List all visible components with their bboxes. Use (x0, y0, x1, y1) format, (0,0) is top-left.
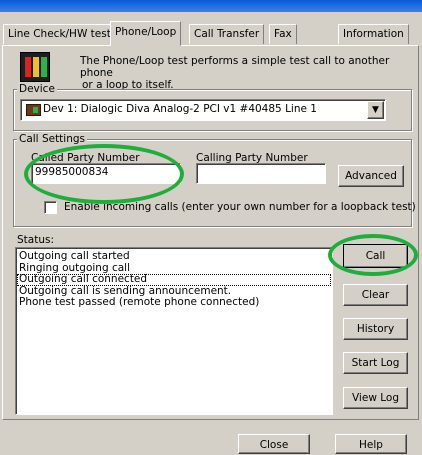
enable-incoming-checkbox[interactable] (44, 201, 57, 214)
chevron-down-icon[interactable]: ▼ (367, 101, 384, 119)
close-button-label: Close (259, 439, 289, 451)
tab-line-check[interactable]: Line Check/HW test (3, 24, 116, 44)
status-log-list[interactable]: Outgoing call started Ringing outgoing c… (15, 247, 333, 415)
intro-line-1: The Phone/Loop test performs a simple te… (80, 55, 390, 79)
call-settings-group-label: Call Settings (17, 133, 88, 145)
clear-button-label: Clear (361, 289, 390, 301)
tab-label: Line Check/HW test (8, 28, 111, 40)
call-button-highlight-oval (328, 234, 418, 276)
tab-label: Information (343, 28, 404, 40)
close-button[interactable]: Close (238, 434, 310, 454)
status-label: Status: (17, 234, 54, 246)
advanced-button[interactable]: Advanced (338, 165, 404, 187)
clear-button[interactable]: Clear (343, 284, 408, 306)
intro-text: The Phone/Loop test performs a simple te… (80, 55, 422, 91)
device-card-icon (26, 104, 41, 116)
tab-phone-loop[interactable]: Phone/Loop (110, 21, 182, 46)
calling-party-input[interactable] (196, 163, 326, 184)
start-log-button[interactable]: Start Log (343, 352, 408, 374)
phone-test-icon (20, 52, 50, 82)
tab-label: Phone/Loop (115, 26, 177, 38)
tab-call-transfer[interactable]: Call Transfer (189, 24, 265, 44)
title-bar (0, 0, 422, 12)
tab-label: Call Transfer (194, 28, 260, 40)
tab-fax[interactable]: Fax (269, 24, 297, 44)
tab-information[interactable]: Information (338, 24, 409, 44)
device-selected-value: Dev 1: Dialogic Diva Analog-2 PCI v1 #40… (43, 103, 317, 115)
help-button-label: Help (359, 439, 383, 451)
history-button-label: History (356, 323, 395, 335)
status-line: Phone test passed (remote phone connecte… (19, 296, 260, 308)
status-line: Outgoing call started (19, 250, 130, 262)
tab-label: Fax (274, 28, 292, 40)
device-select[interactable]: Dev 1: Dialogic Diva Analog-2 PCI v1 #40… (20, 99, 386, 121)
view-log-button-label: View Log (351, 392, 399, 404)
view-log-button[interactable]: View Log (343, 387, 408, 409)
advanced-button-label: Advanced (345, 170, 397, 182)
history-button[interactable]: History (343, 318, 408, 340)
start-log-button-label: Start Log (351, 357, 400, 369)
status-line: Outgoing call connected (17, 273, 331, 286)
called-party-highlight-oval (24, 144, 184, 204)
help-button[interactable]: Help (335, 434, 407, 454)
device-group-label: Device (17, 83, 57, 95)
